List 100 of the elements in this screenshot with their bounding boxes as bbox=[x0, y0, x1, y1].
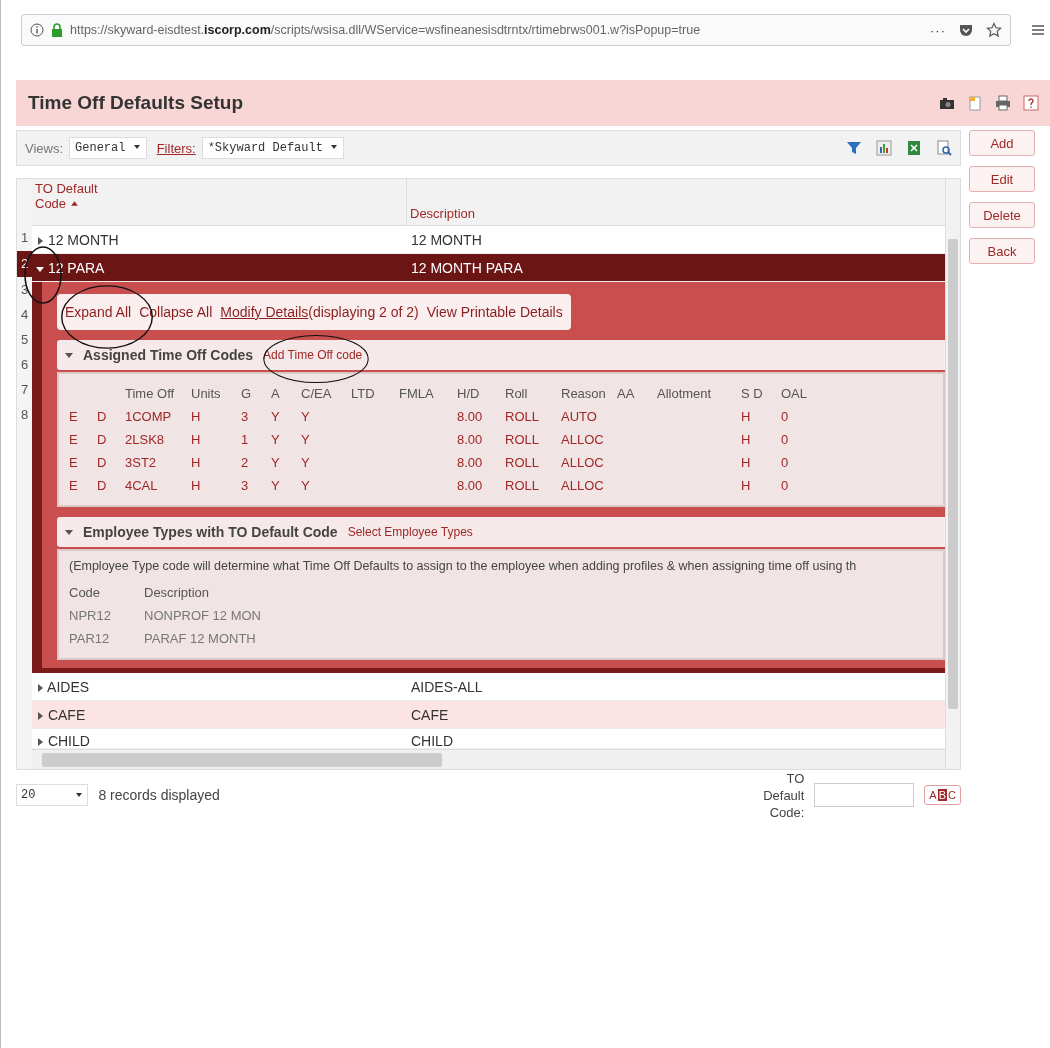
table-cell-text: 4CAL bbox=[125, 477, 159, 495]
table-cell-text: 8.00 bbox=[457, 431, 484, 449]
table-cell-text: PARAF 12 MONTH bbox=[144, 630, 257, 648]
table-cell-text: 1COMP bbox=[125, 408, 173, 426]
table-cell-text: ROLL bbox=[505, 431, 540, 449]
table-cell-text: Y bbox=[271, 477, 281, 495]
views-label: Views: bbox=[25, 140, 64, 156]
row-number: 7 bbox=[19, 381, 30, 399]
more-menu[interactable]: ··· bbox=[930, 22, 946, 38]
column-header: Units bbox=[191, 385, 222, 403]
search-field[interactable] bbox=[814, 783, 915, 807]
table-cell-text: AUTO bbox=[561, 408, 598, 426]
caret-icon[interactable] bbox=[36, 711, 44, 720]
table-cell-text: 1 bbox=[241, 431, 250, 449]
alphabet-button[interactable]: A B C bbox=[924, 785, 961, 805]
row-number: 6 bbox=[19, 356, 30, 374]
table-cell-text: D bbox=[97, 408, 108, 426]
table-row[interactable]: CAFE CAFE bbox=[32, 701, 945, 729]
caret-icon[interactable] bbox=[36, 236, 44, 245]
table-cell-text: E bbox=[69, 454, 79, 472]
column-header: C/EA bbox=[301, 385, 333, 403]
table-cell-text: ROLL bbox=[505, 454, 540, 472]
side-button[interactable]: Edit bbox=[969, 166, 1035, 192]
table-cell-text: E bbox=[69, 431, 79, 449]
table-cell-text: D bbox=[97, 454, 108, 472]
table-cell-text: 8.00 bbox=[457, 477, 484, 495]
action-link[interactable]: Modify Details(displaying 2 of 2) bbox=[220, 304, 419, 320]
table-row[interactable]: 12 PARA 12 MONTH PARA bbox=[32, 254, 945, 282]
caret-icon bbox=[330, 143, 339, 151]
caret-icon[interactable] bbox=[65, 528, 73, 536]
column-header[interactable]: TO Default Code bbox=[32, 179, 407, 225]
table-cell-text: 2LSK8 bbox=[125, 431, 166, 449]
table-cell-text: H bbox=[741, 477, 752, 495]
column-header: Code bbox=[69, 584, 102, 602]
caret-icon[interactable] bbox=[36, 683, 44, 692]
table-cell-text: H bbox=[191, 454, 202, 472]
help-icon[interactable] bbox=[1023, 95, 1039, 111]
table-cell-text: H bbox=[741, 408, 752, 426]
caret-icon bbox=[75, 791, 84, 799]
table-cell-text: NONPROF 12 MON bbox=[144, 607, 262, 625]
column-header: S D bbox=[741, 385, 764, 403]
column-header: LTD bbox=[351, 385, 376, 403]
table-cell-text: 0 bbox=[781, 477, 790, 495]
filters-dropdown[interactable]: *Skyward Default bbox=[201, 137, 345, 159]
action-link[interactable]: Expand All bbox=[65, 304, 132, 320]
caret-icon[interactable] bbox=[65, 351, 73, 359]
side-button[interactable]: Add bbox=[969, 130, 1035, 156]
section-title: Employee Types with TO Default Code bbox=[83, 524, 338, 540]
table-cell-text: H bbox=[191, 431, 202, 449]
table-cell-text: NPR12 bbox=[69, 607, 112, 625]
chart-icon[interactable] bbox=[876, 140, 892, 156]
views-dropdown[interactable]: General bbox=[69, 137, 147, 159]
section-title: Assigned Time Off Codes bbox=[83, 347, 254, 363]
star-icon[interactable] bbox=[986, 22, 1002, 38]
info-icon[interactable] bbox=[30, 23, 44, 37]
camera-icon[interactable] bbox=[939, 95, 955, 111]
table-cell-text: E bbox=[69, 408, 79, 426]
column-header: Description bbox=[144, 584, 211, 602]
caret-icon[interactable] bbox=[36, 738, 44, 746]
table-cell-text: Y bbox=[301, 477, 311, 495]
side-button[interactable]: Delete bbox=[969, 202, 1035, 228]
table-cell-text: D bbox=[97, 431, 108, 449]
table-cell-text: 0 bbox=[781, 431, 790, 449]
column-header: FMLA bbox=[399, 385, 435, 403]
page-size-dropdown[interactable]: 20 bbox=[16, 784, 89, 806]
select-types-link[interactable]: Select Employee Types bbox=[347, 525, 473, 539]
pocket-icon[interactable] bbox=[958, 22, 974, 38]
table-cell-text: E bbox=[69, 477, 79, 495]
row-number: 8 bbox=[19, 406, 30, 424]
table-cell-text: Y bbox=[301, 408, 311, 426]
table-cell-text: D bbox=[97, 477, 108, 495]
row-number: 5 bbox=[19, 331, 30, 349]
row-number: 4 bbox=[19, 306, 30, 324]
address-bar[interactable]: https://skyward-eisdtest.iscorp.com/scripts/wsisa.dll/WService=wsfineanesisdtrntx/rtimebrws001.w?isPopup=true ··· bbox=[21, 14, 1011, 46]
table-cell-text: Y bbox=[301, 454, 311, 472]
column-header: Allotment bbox=[657, 385, 713, 403]
caret-icon[interactable] bbox=[36, 264, 44, 273]
filters-link[interactable]: Filters: bbox=[156, 140, 196, 156]
vertical-scrollbar[interactable] bbox=[945, 179, 960, 769]
horizontal-scrollbar[interactable] bbox=[32, 749, 945, 769]
sort-arrow-icon bbox=[70, 199, 80, 208]
table-cell-text: 2 bbox=[241, 454, 250, 472]
column-header: G bbox=[241, 385, 253, 403]
column-header: OAL bbox=[781, 385, 808, 403]
table-cell-text: ALLOC bbox=[561, 454, 605, 472]
column-header: AA bbox=[617, 385, 636, 403]
table-cell-text: Y bbox=[271, 408, 281, 426]
print-icon[interactable] bbox=[995, 95, 1011, 111]
table-cell-text: PAR12 bbox=[69, 630, 111, 648]
table-cell-text: ALLOC bbox=[561, 477, 605, 495]
menu-icon[interactable] bbox=[1031, 23, 1045, 37]
column-header[interactable]: Description bbox=[407, 179, 945, 225]
filter-icon[interactable] bbox=[846, 140, 862, 156]
column-header: Time Off bbox=[125, 385, 176, 403]
records-count: 8 records displayed bbox=[98, 787, 220, 803]
action-link[interactable]: View Printable Details bbox=[426, 304, 563, 320]
spreadsheet-icon[interactable] bbox=[906, 140, 922, 156]
side-button[interactable]: Back bbox=[969, 238, 1035, 264]
preview-icon[interactable] bbox=[936, 140, 952, 156]
table-cell-text: 8.00 bbox=[457, 454, 484, 472]
